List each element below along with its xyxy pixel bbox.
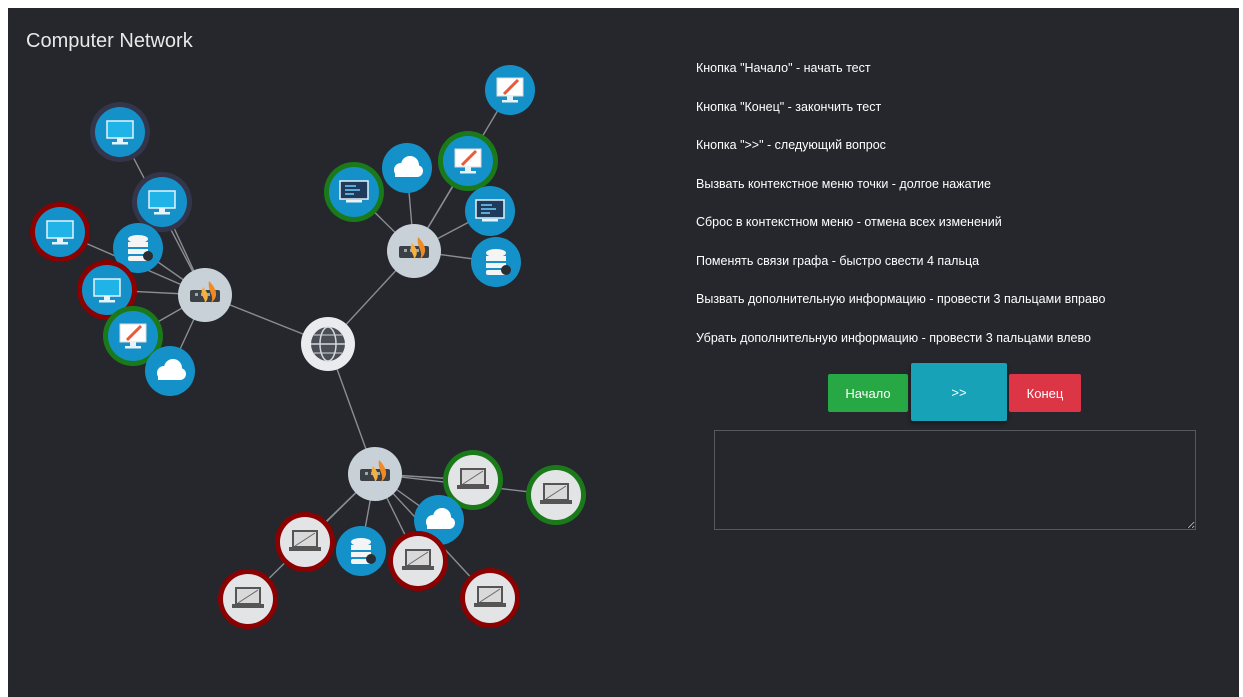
graph-node-code[interactable] [465, 186, 515, 236]
graph-node-monitor[interactable] [132, 172, 192, 232]
laptop-icon [540, 483, 572, 504]
network-graph[interactable] [8, 8, 698, 697]
laptop-icon [232, 587, 264, 608]
graph-node-cloud[interactable] [145, 346, 195, 396]
instruction-line: Кнопка "Конец" - закончить тест [696, 99, 882, 114]
laptop-icon [289, 530, 321, 551]
instruction-line: Кнопка "Начало" - начать тест [696, 61, 871, 75]
laptop-icon [402, 549, 434, 570]
code-icon [475, 199, 505, 222]
graph-node-laptop[interactable] [388, 531, 448, 591]
end-button[interactable]: Конец [1009, 374, 1081, 412]
instruction-line: Вызвать дополнительную информацию - пров… [696, 292, 1106, 306]
graph-node-router[interactable] [348, 447, 402, 501]
instruction-line: Кнопка ">>" - следующий вопрос [696, 138, 886, 152]
graph-node-laptop[interactable] [526, 465, 586, 525]
answer-field[interactable] [714, 430, 1196, 530]
instruction-line: Сброс в контекстном меню - отмена всех и… [696, 215, 1002, 229]
graph-node-laptop[interactable] [218, 569, 278, 629]
graph-node-design[interactable] [485, 65, 535, 115]
laptop-icon [457, 468, 489, 489]
graph-node-laptop[interactable] [460, 568, 520, 628]
laptop-icon [474, 586, 506, 607]
graph-node-database[interactable] [471, 237, 521, 287]
code-icon [339, 180, 369, 203]
graph-node-laptop[interactable] [275, 512, 335, 572]
graph-node-database[interactable] [336, 526, 386, 576]
graph-node-internet[interactable] [301, 317, 355, 371]
instructions-list: Кнопка "Начало" - начать тест Кнопка "Кон… [696, 60, 1105, 368]
graph-node-design[interactable] [438, 131, 498, 191]
graph-node-cloud[interactable] [382, 143, 432, 193]
internet-icon [311, 326, 345, 362]
instruction-line: Поменять связи графа - быстро свести 4 п… [696, 253, 980, 268]
instruction-line: Убрать дополнительную информацию - прове… [696, 330, 1091, 345]
next-button[interactable]: >> [911, 363, 1007, 421]
start-button[interactable]: Начало [828, 374, 908, 412]
graph-node-code[interactable] [324, 162, 384, 222]
graph-node-router[interactable] [387, 224, 441, 278]
graph-node-monitor[interactable] [30, 202, 90, 262]
graph-node-router[interactable] [178, 268, 232, 322]
graph-node-monitor[interactable] [90, 102, 150, 162]
app-window: Computer Network Кнопка "Начало" - начат… [8, 8, 1239, 697]
instruction-line: Вызвать контекстное меню точки - долгое … [696, 176, 991, 191]
